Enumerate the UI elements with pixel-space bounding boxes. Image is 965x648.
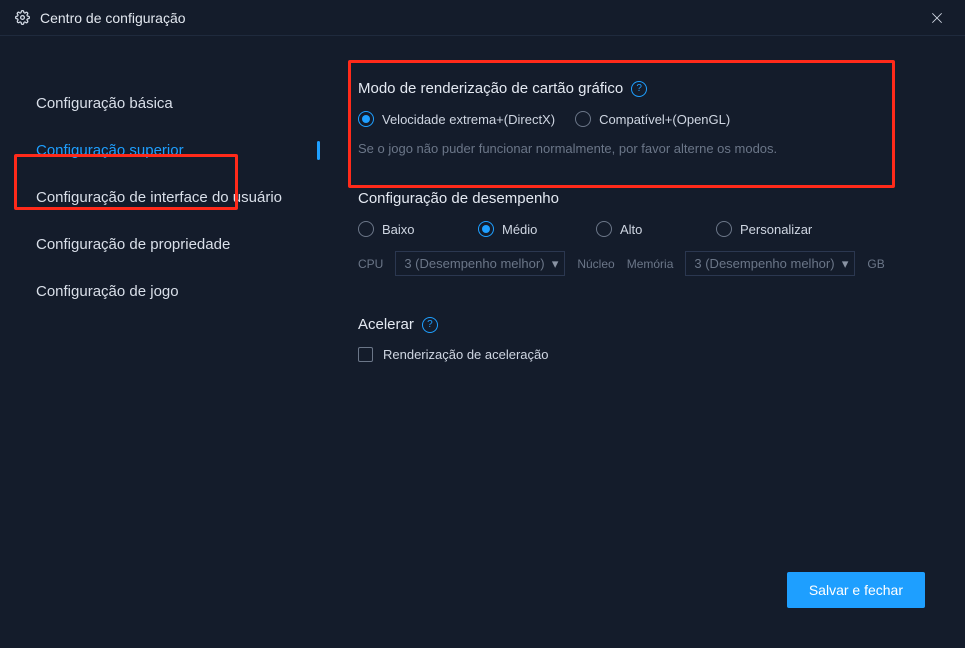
- help-icon[interactable]: ?: [422, 317, 438, 333]
- sidebar-item-superior[interactable]: Configuração superior: [0, 127, 320, 174]
- radio-label: Velocidade extrema+(DirectX): [382, 112, 555, 127]
- cpu-dropdown[interactable]: 3 (Desempenho melhor) ▾: [395, 251, 565, 276]
- dropdown-value: 3 (Desempenho melhor): [404, 256, 544, 271]
- gear-icon: [14, 10, 30, 26]
- save-and-close-button[interactable]: Salvar e fechar: [787, 572, 925, 608]
- help-icon[interactable]: ?: [631, 81, 647, 97]
- radio-circle-icon: [596, 221, 612, 237]
- content-area: Modo de renderização de cartão gráfico ?…: [320, 36, 965, 648]
- performance-detail-row: CPU 3 (Desempenho melhor) ▾ Núcleo Memór…: [358, 251, 925, 276]
- checkbox-label: Renderização de aceleração: [383, 347, 549, 362]
- sidebar: Configuração básica Configuração superio…: [0, 36, 320, 648]
- chevron-down-icon: ▾: [552, 256, 559, 272]
- performance-options: Baixo Médio Alto Personalizar: [358, 221, 925, 237]
- radio-circle-icon: [716, 221, 732, 237]
- sidebar-item-interface[interactable]: Configuração de interface do usuário: [0, 174, 320, 221]
- radio-label: Baixo: [382, 222, 415, 237]
- radio-label: Compatível+(OpenGL): [599, 112, 730, 127]
- radio-custom[interactable]: Personalizar: [716, 221, 836, 237]
- radio-opengl[interactable]: Compatível+(OpenGL): [575, 111, 730, 127]
- radio-circle-icon: [358, 111, 374, 127]
- cpu-label: CPU: [358, 257, 383, 271]
- radio-circle-icon: [478, 221, 494, 237]
- radio-high[interactable]: Alto: [596, 221, 716, 237]
- radio-label: Alto: [620, 222, 642, 237]
- dropdown-value: 3 (Desempenho melhor): [694, 256, 834, 271]
- radio-directx[interactable]: Velocidade extrema+(DirectX): [358, 111, 555, 127]
- radio-label: Médio: [502, 222, 537, 237]
- memory-dropdown[interactable]: 3 (Desempenho melhor) ▾: [685, 251, 855, 276]
- performance-title: Configuração de desempenho: [358, 190, 559, 207]
- performance-title-row: Configuração de desempenho: [358, 190, 925, 207]
- render-mode-title: Modo de renderização de cartão gráfico: [358, 80, 623, 97]
- sidebar-item-basic[interactable]: Configuração básica: [0, 80, 320, 127]
- radio-label: Personalizar: [740, 222, 812, 237]
- render-mode-title-row: Modo de renderização de cartão gráfico ?: [358, 80, 925, 97]
- checkbox-icon: [358, 347, 373, 362]
- memory-unit: GB: [867, 257, 884, 271]
- radio-circle-icon: [575, 111, 591, 127]
- sidebar-item-property[interactable]: Configuração de propriedade: [0, 221, 320, 268]
- titlebar: Centro de configuração: [0, 0, 965, 36]
- memory-label: Memória: [627, 257, 674, 271]
- accelerate-checkbox[interactable]: Renderização de aceleração: [358, 347, 925, 362]
- close-button[interactable]: [923, 4, 951, 32]
- section-render-mode: Modo de renderização de cartão gráfico ?…: [358, 80, 925, 156]
- section-performance: Configuração de desempenho Baixo Médio A…: [358, 190, 925, 276]
- chevron-down-icon: ▾: [842, 256, 849, 272]
- radio-medium[interactable]: Médio: [478, 221, 598, 237]
- render-mode-options: Velocidade extrema+(DirectX) Compatível+…: [358, 111, 925, 127]
- window-title: Centro de configuração: [40, 10, 186, 26]
- accelerate-title-row: Acelerar ?: [358, 316, 925, 333]
- accelerate-title: Acelerar: [358, 316, 414, 333]
- radio-circle-icon: [358, 221, 374, 237]
- sidebar-item-game[interactable]: Configuração de jogo: [0, 268, 320, 315]
- render-mode-hint: Se o jogo não puder funcionar normalment…: [358, 141, 925, 156]
- section-accelerate: Acelerar ? Renderização de aceleração: [358, 316, 925, 362]
- core-label: Núcleo: [577, 257, 614, 271]
- radio-low[interactable]: Baixo: [358, 221, 478, 237]
